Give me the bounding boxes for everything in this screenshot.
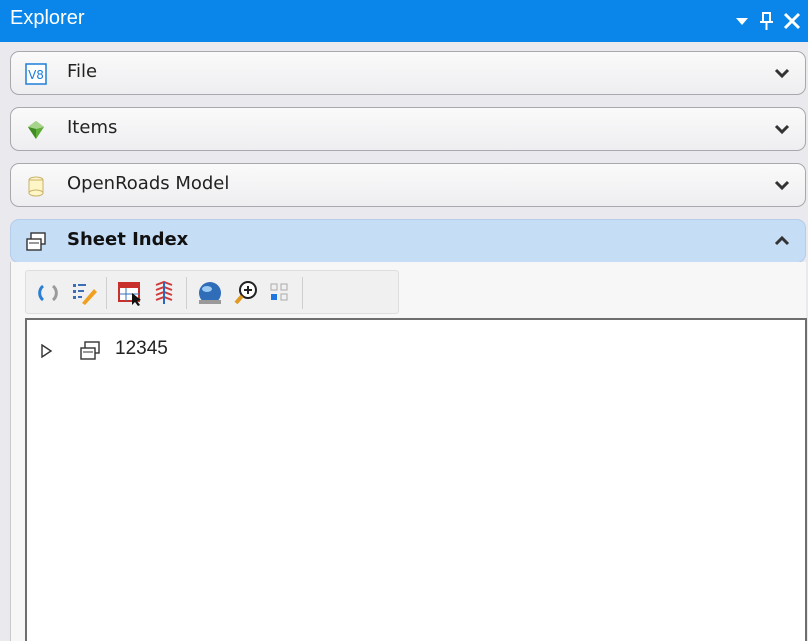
menu-dropdown-button[interactable] [730,9,754,33]
grid-select-icon [270,283,288,301]
toolbar-separator [186,277,187,309]
refresh-icon [38,284,58,302]
expand-arrow-icon[interactable] [39,344,53,358]
v8-file-icon: V8 [25,63,47,85]
close-icon [783,12,801,30]
toolbar-separator [106,277,107,309]
table-select-button[interactable] [116,279,144,307]
edit-list-button[interactable] [70,279,98,307]
window-title: Explorer [10,7,85,29]
tree-node-label[interactable]: 12345 [115,338,168,360]
section-sheet-index[interactable]: Sheet Index [10,219,806,263]
sheet-index-panel: 12345 [10,262,807,641]
pin-button[interactable] [754,9,778,33]
grid-select-button[interactable] [266,279,294,307]
svg-text:V8: V8 [28,68,44,82]
explorer-titlebar: Explorer [0,0,808,42]
toolbar-separator [302,277,303,309]
section-file[interactable]: V8 File [10,51,806,95]
section-items[interactable]: Items [10,107,806,151]
openroads-model-icon [25,175,47,197]
chevron-down-icon [774,68,790,79]
chevron-down-icon [774,124,790,135]
globe-icon [199,282,221,304]
items-gem-icon [25,119,47,141]
refresh-button[interactable] [34,279,62,307]
section-openroads-model[interactable]: OpenRoads Model [10,163,806,207]
sheet-stack-icon [155,280,173,304]
sheet-index-tree: 12345 [25,318,807,641]
chevron-up-icon [774,235,790,246]
sheet-index-icon [80,341,100,360]
zoom-in-button[interactable] [232,279,260,307]
table-select-icon [118,282,141,306]
pin-icon [760,12,773,30]
chevron-down-icon [774,180,790,191]
section-items-label: Items [67,117,118,138]
section-openroads-model-label: OpenRoads Model [67,173,230,194]
section-sheet-index-label: Sheet Index [67,229,189,250]
zoom-in-icon [234,281,257,305]
triangle-down-icon [736,18,748,25]
sheet-stack-button[interactable] [150,279,178,307]
section-file-label: File [67,61,98,82]
edit-list-icon [73,284,97,305]
close-button[interactable] [780,9,804,33]
sheet-index-icon [25,231,47,253]
sheet-index-toolbar [25,270,399,314]
globe-button[interactable] [196,279,224,307]
